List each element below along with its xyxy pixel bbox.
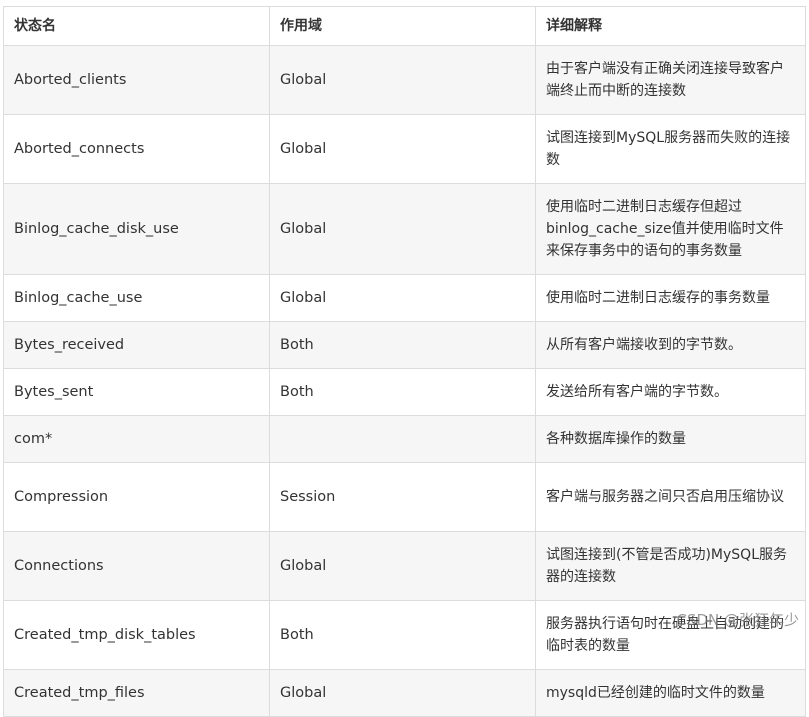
cell-description: 试图连接到MySQL服务器而失败的连接数	[535, 114, 806, 184]
cell-description: 试图连接到(不管是否成功)MySQL服务器的连接数	[535, 531, 806, 601]
cell-scope: Both	[269, 321, 536, 369]
header-scope: 作用域	[269, 6, 536, 46]
cell-scope: Global	[269, 183, 536, 275]
cell-status-name: Aborted_clients	[3, 45, 270, 115]
cell-description: 从所有客户端接收到的字节数。	[535, 321, 806, 369]
table-row: Created_tmp_files Global mysqld已经创建的临时文件…	[3, 669, 806, 717]
csdn-watermark: CSDN @张狂年少	[676, 611, 799, 629]
table-row: Aborted_clients Global 由于客户端没有正确关闭连接导致客户…	[3, 45, 806, 115]
cell-description: 发送给所有客户端的字节数。	[535, 368, 806, 416]
table-row: Bytes_sent Both 发送给所有客户端的字节数。	[3, 368, 806, 416]
cell-status-name: Bytes_sent	[3, 368, 270, 416]
header-description: 详细解释	[535, 6, 806, 46]
cell-description: 使用临时二进制日志缓存但超过binlog_cache_size值并使用临时文件来…	[535, 183, 806, 275]
table-row: Binlog_cache_use Global 使用临时二进制日志缓存的事务数量	[3, 274, 806, 322]
cell-scope: Global	[269, 669, 536, 717]
cell-status-name: Created_tmp_disk_tables	[3, 600, 270, 670]
cell-scope: Both	[269, 368, 536, 416]
cell-status-name: Binlog_cache_use	[3, 274, 270, 322]
cell-scope	[269, 415, 536, 463]
cell-status-name: Bytes_received	[3, 321, 270, 369]
cell-status-name: Aborted_connects	[3, 114, 270, 184]
cell-status-name: Compression	[3, 462, 270, 532]
table-row: com* 各种数据库操作的数量	[3, 415, 806, 463]
table-row: Compression Session 客户端与服务器之间只否启用压缩协议	[3, 462, 806, 532]
table-header-row: 状态名 作用域 详细解释	[3, 6, 806, 46]
cell-scope: Session	[269, 462, 536, 532]
cell-description: 由于客户端没有正确关闭连接导致客户端终止而中断的连接数	[535, 45, 806, 115]
cell-scope: Global	[269, 114, 536, 184]
table-row: Binlog_cache_disk_use Global 使用临时二进制日志缓存…	[3, 183, 806, 275]
cell-status-name: com*	[3, 415, 270, 463]
cell-description: 客户端与服务器之间只否启用压缩协议	[535, 462, 806, 532]
table-row: Bytes_received Both 从所有客户端接收到的字节数。	[3, 321, 806, 369]
table-row: Connections Global 试图连接到(不管是否成功)MySQL服务器…	[3, 531, 806, 601]
cell-status-name: Connections	[3, 531, 270, 601]
cell-scope: Global	[269, 45, 536, 115]
cell-scope: Global	[269, 531, 536, 601]
cell-status-name: Created_tmp_files	[3, 669, 270, 717]
cell-description: 使用临时二进制日志缓存的事务数量	[535, 274, 806, 322]
cell-status-name: Binlog_cache_disk_use	[3, 183, 270, 275]
cell-scope: Global	[269, 274, 536, 322]
cell-description: mysqld已经创建的临时文件的数量	[535, 669, 806, 717]
header-status-name: 状态名	[3, 6, 270, 46]
table-row: Aborted_connects Global 试图连接到MySQL服务器而失败…	[3, 114, 806, 184]
cell-scope: Both	[269, 600, 536, 670]
cell-description: 各种数据库操作的数量	[535, 415, 806, 463]
